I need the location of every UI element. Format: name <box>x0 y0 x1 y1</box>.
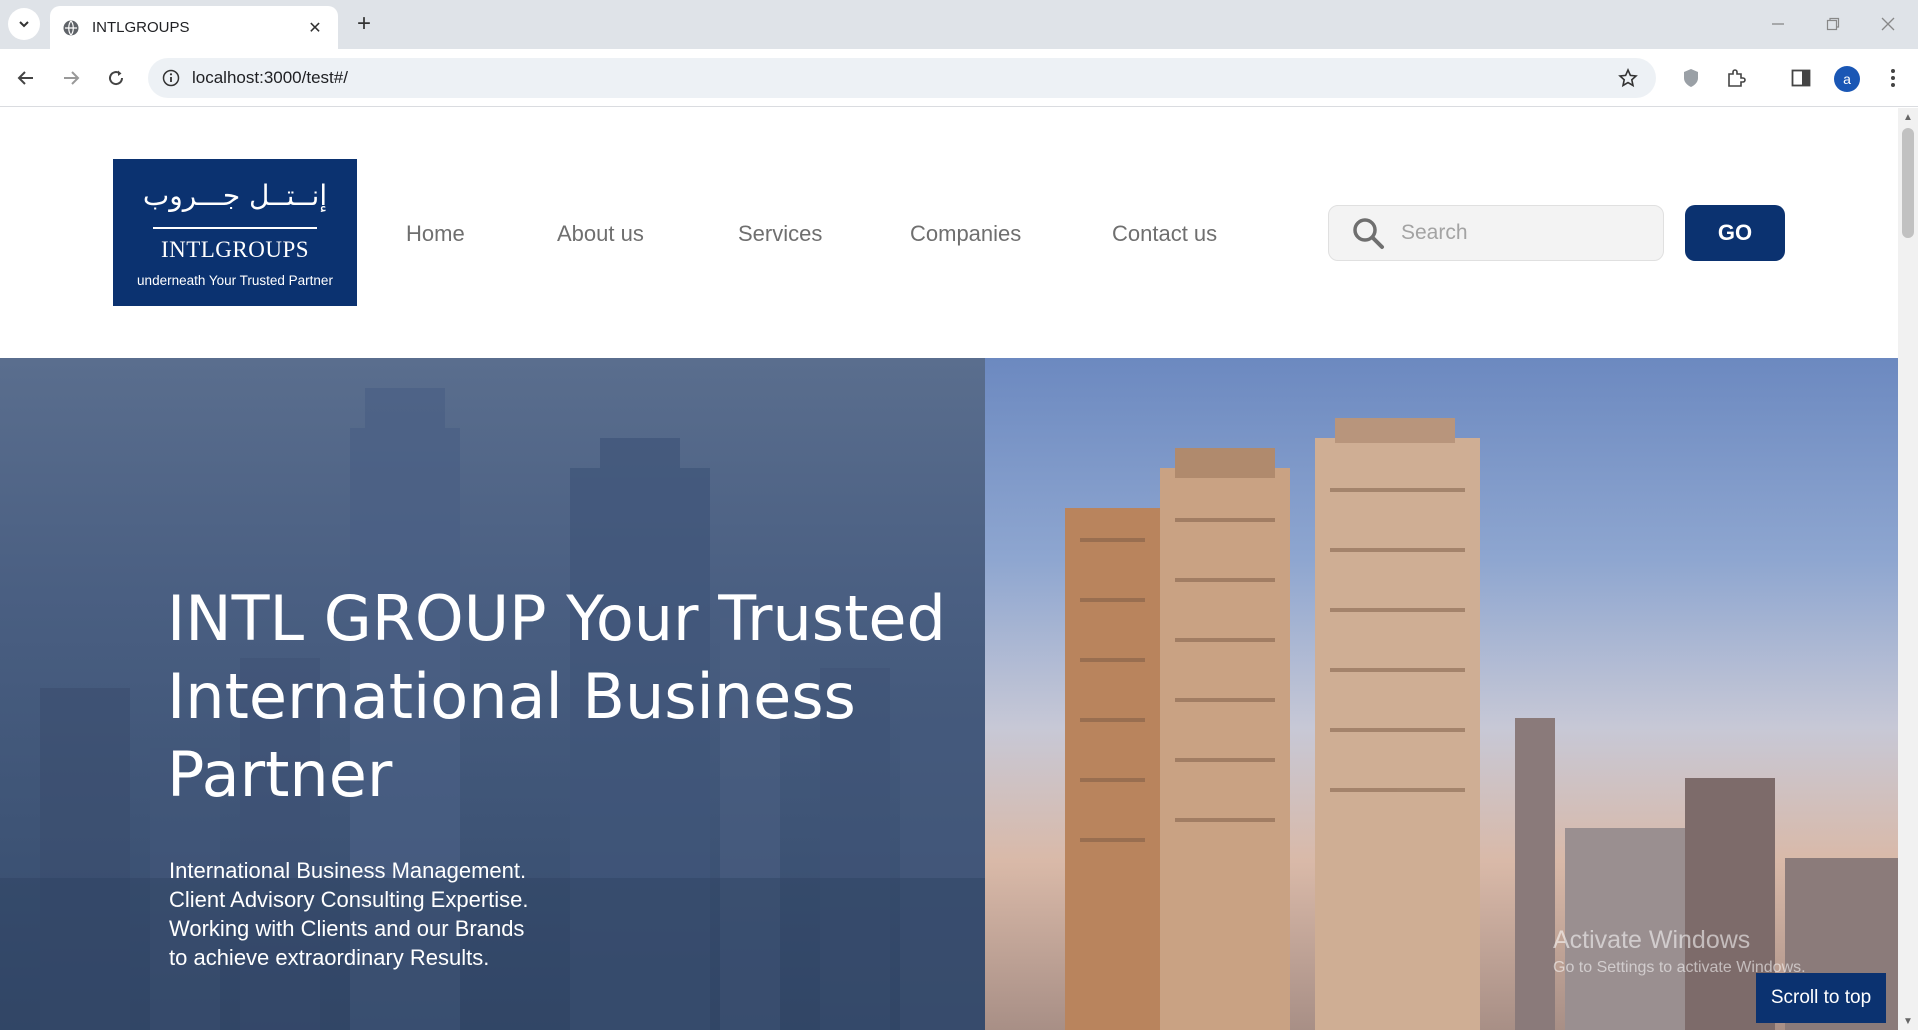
browser-toolbar: localhost:3000/test#/ <box>0 49 1918 107</box>
back-icon[interactable] <box>9 61 43 95</box>
address-bar[interactable]: localhost:3000/test#/ <box>148 58 1656 98</box>
hero-subtitle-line: to achieve extraordinary Results. <box>169 945 490 970</box>
hero-subtitle: International Business Management. Clien… <box>169 856 729 972</box>
forward-icon[interactable] <box>54 61 88 95</box>
logo-divider <box>153 227 317 229</box>
hero-title: INTL GROUP Your Trusted International Bu… <box>167 582 946 811</box>
extensions-puzzle-icon[interactable] <box>1722 64 1750 92</box>
hero-subtitle-line: International Business Management. <box>169 858 527 883</box>
active-tab[interactable]: INTLGROUPS ✕ <box>50 6 338 49</box>
minimize-icon[interactable] <box>1760 8 1796 40</box>
logo-arabic-text: إنــتــل جـــروب <box>142 179 328 212</box>
nav-services[interactable]: Services <box>738 221 822 247</box>
url-text: localhost:3000/test#/ <box>192 68 348 87</box>
nav-contact-us[interactable]: Contact us <box>1112 221 1217 247</box>
watermark-title: Activate Windows <box>1553 926 1751 954</box>
logo-tagline: underneath Your Trusted Partner <box>137 273 333 288</box>
site-logo[interactable]: إنــتــل جـــروب INTLGROUPS underneath Y… <box>113 159 357 306</box>
nav-home[interactable]: Home <box>406 221 465 247</box>
activate-windows-watermark: Activate Windows Go to Settings to activ… <box>1553 926 1806 977</box>
scroll-down-icon[interactable]: ▼ <box>1902 1014 1914 1028</box>
hero-subtitle-line: Client Advisory Consulting Expertise. <box>169 887 529 912</box>
close-window-icon[interactable] <box>1870 8 1906 40</box>
tab-title: INTLGROUPS <box>92 19 190 36</box>
search-icon <box>1353 218 1384 249</box>
scroll-to-top-button[interactable]: Scroll to top <box>1756 973 1886 1023</box>
profile-avatar[interactable]: a <box>1834 66 1860 92</box>
search-input[interactable]: Search <box>1328 205 1664 261</box>
globe-icon <box>63 20 79 35</box>
browser-tab-strip: INTLGROUPS ✕ + <box>0 0 1918 49</box>
scroll-up-icon[interactable]: ▲ <box>1902 110 1914 124</box>
reload-icon[interactable] <box>99 61 133 95</box>
nav-companies[interactable]: Companies <box>910 221 1021 247</box>
scrollbar-thumb[interactable] <box>1902 128 1914 238</box>
site-info-icon[interactable] <box>162 69 180 87</box>
new-tab-button[interactable]: + <box>350 10 378 38</box>
browser-menu-icon[interactable] <box>1879 64 1907 92</box>
hero-subtitle-line: Working with Clients and our Brands <box>169 916 525 941</box>
hero-banner: INTL GROUP Your Trusted International Bu… <box>0 358 1898 1030</box>
tab-search-button[interactable] <box>8 8 40 40</box>
go-button[interactable]: GO <box>1685 205 1785 261</box>
close-tab-icon[interactable]: ✕ <box>304 17 326 39</box>
page-scrollbar[interactable]: ▲ ▼ <box>1898 108 1918 1030</box>
restore-icon[interactable] <box>1815 8 1851 40</box>
web-page: إنــتــل جـــروب INTLGROUPS underneath Y… <box>0 108 1898 1030</box>
search-placeholder: Search <box>1401 221 1468 244</box>
chevron-down-icon <box>19 21 29 28</box>
shield-extension-icon[interactable] <box>1677 64 1705 92</box>
nav-about-us[interactable]: About us <box>557 221 644 247</box>
side-panel-icon[interactable] <box>1787 64 1815 92</box>
bookmark-star-icon[interactable] <box>1616 66 1640 90</box>
logo-name: INTLGROUPS <box>160 237 310 262</box>
